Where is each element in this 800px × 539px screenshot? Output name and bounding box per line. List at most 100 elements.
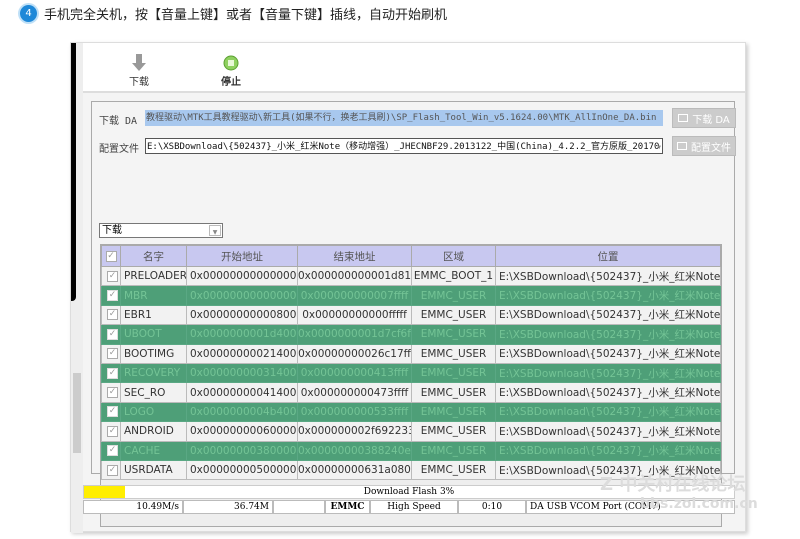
select-all-checkbox[interactable]: ✓ bbox=[101, 245, 121, 267]
cell-begin: 0x0000000000080000 bbox=[186, 304, 298, 326]
flash-tool-window: 下载 停止 下载 DA 教程驱动\MTK工具教程驱动\新工具(如果不行，换老工具… bbox=[70, 42, 746, 533]
cell-location: E:\XSBDownload\{502437}_小米_红米Note ( ... bbox=[495, 421, 721, 442]
row-checkbox[interactable]: ✓ bbox=[101, 265, 121, 287]
table-row[interactable]: ✓LOGO0x0000000004b400000x000000000533fff… bbox=[101, 401, 721, 423]
cell-begin: 0x0000000001d40000 bbox=[186, 324, 298, 345]
cell-region: EMMC_USER bbox=[411, 285, 496, 306]
da-label: 下载 DA bbox=[99, 116, 138, 127]
stop-button[interactable]: 停止 bbox=[211, 53, 251, 88]
table-row[interactable]: ✓MBR0x00000000000000000x000000000007ffff… bbox=[101, 285, 721, 306]
cell-name: LOGO bbox=[120, 401, 187, 423]
cell-begin: 0x0000000050000000 bbox=[186, 459, 298, 481]
col-begin: 开始地址 bbox=[186, 245, 298, 267]
cell-region: EMMC_USER bbox=[411, 324, 496, 345]
row-checkbox[interactable]: ✓ bbox=[101, 440, 121, 461]
download-button[interactable]: 下载 bbox=[119, 53, 159, 88]
cell-location: E:\XSBDownload\{502437}_小米_红米Note ( ... bbox=[495, 265, 721, 287]
watermark-logo: Z 中关村在线论坛 bbox=[600, 474, 746, 495]
cell-end: 0x00000000388240e7 bbox=[297, 440, 412, 461]
table-row[interactable]: ✓ANDROID0x00000000060000000x000000002f69… bbox=[101, 421, 721, 442]
cell-name: PRELOADER bbox=[120, 265, 187, 287]
download-da-button[interactable]: 下载 DA bbox=[672, 108, 736, 128]
status-size: 36.74M bbox=[183, 500, 273, 514]
scatter-file-button[interactable]: 配置文件 bbox=[672, 136, 736, 156]
row-checkbox[interactable]: ✓ bbox=[101, 343, 121, 364]
cell-end: 0x0000000001d7cf6f bbox=[297, 324, 412, 345]
cell-location: E:\XSBDownload\{502437}_小米_红米Note ( ... bbox=[495, 324, 721, 345]
cell-end: 0x000000002f692233 bbox=[297, 421, 412, 442]
scatter-label: 配置文件 bbox=[99, 144, 139, 155]
toolbar: 下载 停止 bbox=[83, 43, 745, 93]
row-checkbox[interactable]: ✓ bbox=[101, 401, 121, 423]
cell-region: EMMC_USER bbox=[411, 459, 496, 481]
cell-name: BOOTIMG bbox=[120, 343, 187, 364]
instruction: 4 手机完全关机，按【音量上键】或者【音量下键】插线，自动开始刷机 bbox=[20, 4, 447, 23]
cell-region: EMMC_USER bbox=[411, 440, 496, 461]
row-checkbox[interactable]: ✓ bbox=[101, 285, 121, 306]
left-strip bbox=[71, 43, 83, 533]
cell-name: EBR1 bbox=[120, 304, 187, 326]
cell-end: 0x00000000631a0807 bbox=[297, 459, 412, 481]
cell-name: MBR bbox=[120, 285, 187, 306]
cell-begin: 0x0000000004b40000 bbox=[186, 401, 298, 423]
stop-icon bbox=[211, 53, 251, 73]
status-time: 0:10 bbox=[458, 500, 526, 514]
cell-region: EMMC_USER bbox=[411, 304, 496, 326]
cell-region: EMMC_USER bbox=[411, 421, 496, 442]
table-row[interactable]: ✓CACHE0x00000000380000000x00000000388240… bbox=[101, 440, 721, 461]
chevron-down-icon: ▼ bbox=[209, 225, 221, 236]
cell-name: SEC_RO bbox=[120, 382, 187, 403]
row-checkbox[interactable]: ✓ bbox=[101, 362, 121, 384]
cell-region: EMMC_USER bbox=[411, 401, 496, 423]
col-name: 名字 bbox=[120, 245, 187, 267]
status-speed: 10.49M/s bbox=[83, 500, 183, 514]
cell-begin: 0x0000000038000000 bbox=[186, 440, 298, 461]
cell-region: EMMC_BOOT_1 bbox=[411, 265, 496, 287]
dropdown-arrow-icon: ▼ bbox=[657, 144, 661, 151]
table-header: ✓ 名字 开始地址 结束地址 区域 位置 bbox=[101, 245, 721, 267]
cell-end: 0x000000000413ffff bbox=[297, 362, 412, 384]
status-storage: EMMC bbox=[325, 500, 370, 514]
cell-region: EMMC_USER bbox=[411, 343, 496, 364]
cell-name: UBOOT bbox=[120, 324, 187, 345]
status-bar: 10.49M/s 36.74M EMMC High Speed 0:10 DA … bbox=[83, 500, 735, 514]
row-checkbox[interactable]: ✓ bbox=[101, 421, 121, 442]
scrollbar[interactable] bbox=[73, 373, 81, 453]
cell-location: E:\XSBDownload\{502437}_小米_红米Note ( ... bbox=[495, 440, 721, 461]
cell-region: EMMC_USER bbox=[411, 362, 496, 384]
cell-begin: 0x0000000000000000 bbox=[186, 285, 298, 306]
table-row[interactable]: ✓EBR10x00000000000800000x00000000000ffff… bbox=[101, 304, 721, 326]
col-region: 区域 bbox=[411, 245, 496, 267]
row-checkbox[interactable]: ✓ bbox=[101, 304, 121, 326]
row-checkbox[interactable]: ✓ bbox=[101, 459, 121, 481]
cell-begin: 0x0000000004140000 bbox=[186, 382, 298, 403]
download-arrow-icon bbox=[119, 53, 159, 73]
row-checkbox[interactable]: ✓ bbox=[101, 382, 121, 403]
watermark-url: bbs.zol.com.cn bbox=[640, 496, 758, 512]
row-checkbox[interactable]: ✓ bbox=[101, 324, 121, 345]
cell-name: ANDROID bbox=[120, 421, 187, 442]
table-row[interactable]: ✓RECOVERY0x00000000031400000x00000000041… bbox=[101, 362, 721, 384]
cell-location: E:\XSBDownload\{502437}_小米_红米Note ( ... bbox=[495, 285, 721, 306]
cell-end: 0x000000000001d81b bbox=[297, 265, 412, 287]
instruction-text: 手机完全关机，按【音量上键】或者【音量下键】插线，自动开始刷机 bbox=[44, 8, 448, 23]
col-location: 位置 bbox=[495, 245, 721, 267]
cell-begin: 0x0000000003140000 bbox=[186, 362, 298, 384]
cell-end: 0x000000000473ffff bbox=[297, 382, 412, 403]
col-end: 结束地址 bbox=[297, 245, 412, 267]
table-row[interactable]: ✓UBOOT0x0000000001d400000x0000000001d7cf… bbox=[101, 324, 721, 345]
table-row[interactable]: ✓BOOTIMG0x00000000021400000x00000000026c… bbox=[101, 343, 721, 364]
cell-begin: 0x0000000002140000 bbox=[186, 343, 298, 364]
table-row[interactable]: ✓SEC_RO0x00000000041400000x000000000473f… bbox=[101, 382, 721, 403]
scatter-file-select[interactable]: E:\XSBDownload\{502437}_小米_红米Note（移动增强）_… bbox=[145, 138, 663, 154]
cell-name: CACHE bbox=[120, 440, 187, 461]
cell-location: E:\XSBDownload\{502437}_小米_红米Note ( ... bbox=[495, 382, 721, 403]
cell-end: 0x000000000533ffff bbox=[297, 401, 412, 423]
cell-begin: 0x0000000000000000 bbox=[186, 265, 298, 287]
download-panel: 下载 DA 教程驱动\MTK工具教程驱动\新工具(如果不行，换老工具刷)\SP_… bbox=[91, 101, 736, 527]
cell-location: E:\XSBDownload\{502437}_小米_红米Note ( ... bbox=[495, 401, 721, 423]
mode-select[interactable]: 下载 ▼ bbox=[99, 223, 223, 238]
da-path-field[interactable]: 教程驱动\MTK工具教程驱动\新工具(如果不行，换老工具刷)\SP_Flash_… bbox=[145, 110, 663, 126]
table-row[interactable]: ✓PRELOADER0x00000000000000000x0000000000… bbox=[101, 265, 721, 287]
cell-name: USRDATA bbox=[120, 459, 187, 481]
